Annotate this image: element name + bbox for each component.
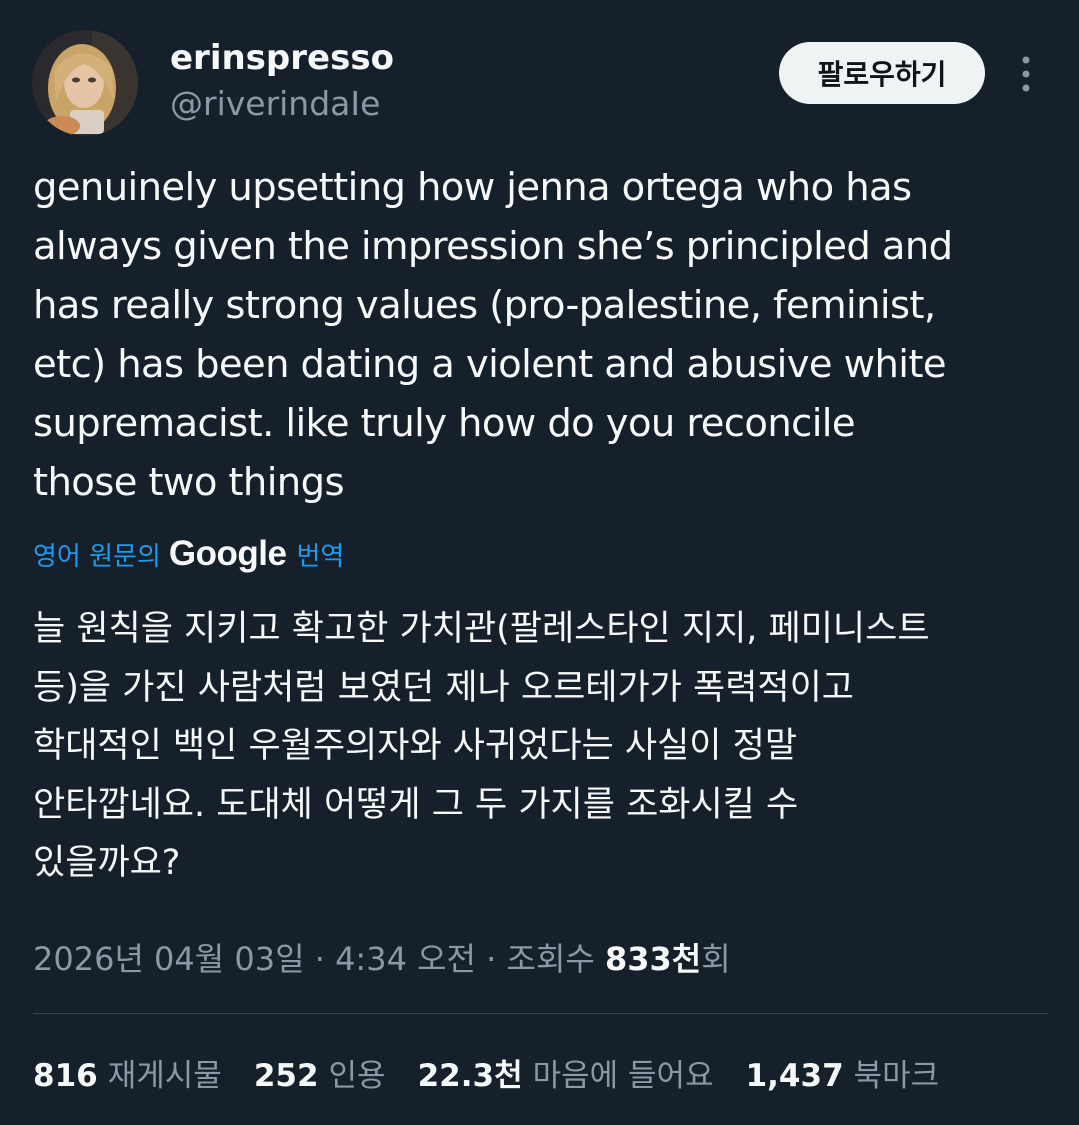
- likes-stat[interactable]: 22.3천 마음에 들어요: [418, 1050, 714, 1095]
- likes-label: 마음에 들어요: [532, 1058, 714, 1094]
- quotes-label: 인용: [328, 1058, 386, 1094]
- reposts-count: 816: [33, 1058, 98, 1094]
- tweet-text: genuinely upsetting how jenna ortega who…: [33, 165, 953, 505]
- translate-link[interactable]: 영어 원문의 Google 번역: [33, 534, 344, 574]
- google-logo: Google: [168, 534, 287, 573]
- reposts-stat[interactable]: 816 재게시물: [33, 1050, 222, 1095]
- meta-separator: ·: [475, 940, 507, 978]
- profile-photo: [32, 30, 138, 136]
- meta-separator: ·: [304, 940, 336, 978]
- bookmarks-label: 북마크: [853, 1058, 940, 1094]
- tweet-meta: 2026년 04월 03일 · 4:34 오전 · 조회수 833천회: [33, 934, 731, 980]
- tweet-time[interactable]: 4:34 오전: [335, 940, 476, 978]
- bookmarks-count: 1,437: [745, 1058, 844, 1094]
- divider: [33, 1013, 1048, 1014]
- translate-prefix: 영어 원문의: [33, 541, 161, 572]
- avatar[interactable]: [32, 30, 138, 136]
- bookmarks-stat[interactable]: 1,437 북마크: [746, 1050, 940, 1095]
- reposts-label: 재게시물: [107, 1058, 222, 1094]
- engagement-stats: 816 재게시물 252 인용 22.3천 마음에 들어요 1,437 북마크: [33, 1050, 971, 1095]
- author-handle[interactable]: @riverindaIe: [170, 84, 380, 123]
- views-suffix: 회: [701, 940, 731, 978]
- views-count[interactable]: 833천: [605, 940, 701, 978]
- quotes-count: 252: [253, 1058, 319, 1094]
- author-display-name[interactable]: erinspresso: [170, 38, 394, 78]
- likes-count: 22.3천: [417, 1058, 523, 1094]
- quotes-stat[interactable]: 252 인용: [254, 1050, 386, 1095]
- more-vertical-icon[interactable]: [1010, 52, 1042, 96]
- translated-text: 늘 원칙을 지키고 확고한 가치관(팔레스타인 지지, 페미니스트 등)을 가진…: [33, 609, 930, 883]
- translate-suffix: 번역: [296, 541, 345, 572]
- follow-button[interactable]: 팔로우하기: [779, 42, 985, 104]
- tweet-date[interactable]: 2026년 04월 03일: [33, 940, 305, 978]
- views-label: 조회수: [506, 940, 605, 978]
